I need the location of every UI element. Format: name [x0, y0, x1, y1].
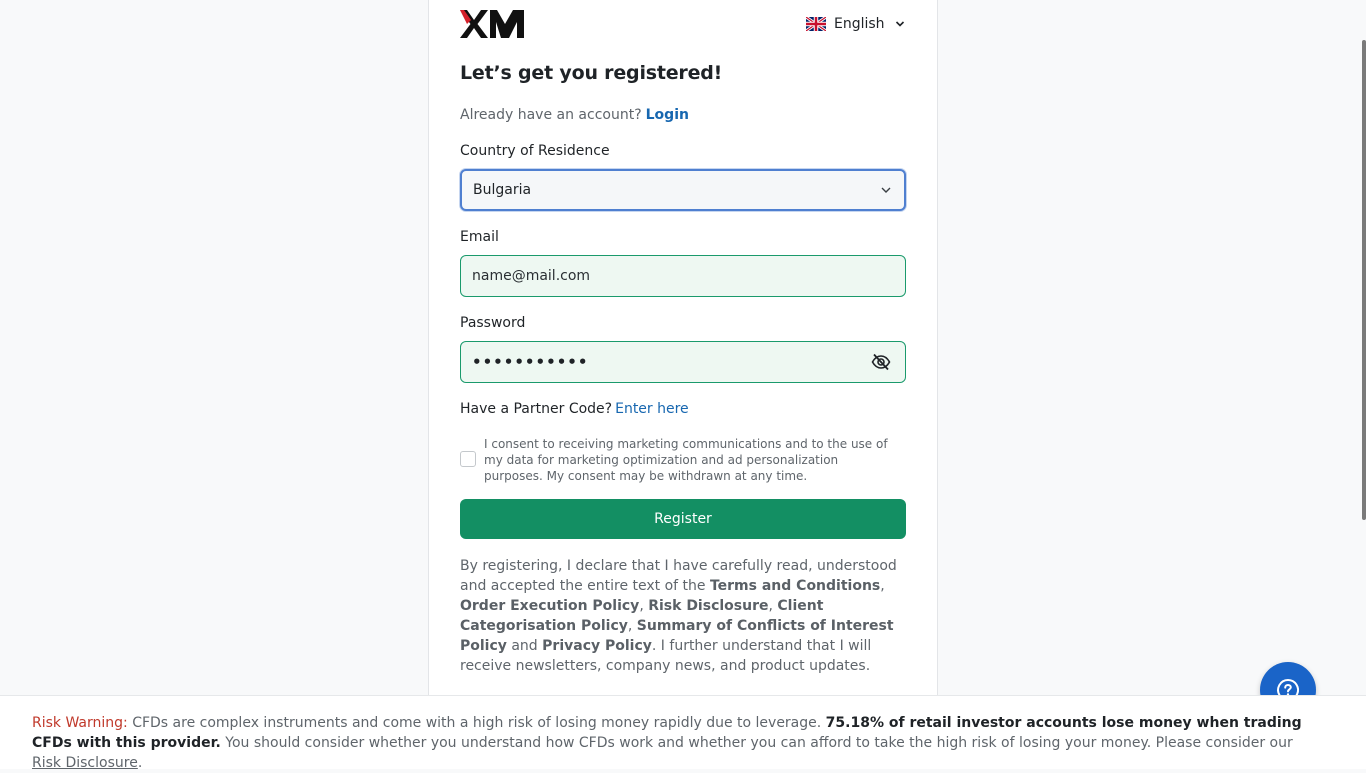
risk-warning-text: Risk Warning: CFDs are complex instrumen… [32, 713, 1322, 773]
enter-partner-code-link[interactable]: Enter here [615, 401, 689, 417]
language-label: English [834, 16, 885, 32]
chevron-down-icon [895, 21, 904, 27]
privacy-policy-link[interactable]: Privacy Policy [542, 638, 652, 654]
legal-sep: , [880, 578, 885, 594]
already-text: Already have an account? [460, 107, 642, 123]
language-selector[interactable]: English [806, 14, 905, 34]
country-label: Country of Residence [460, 143, 610, 159]
email-value: name@mail.com [472, 268, 591, 284]
order-execution-link[interactable]: Order Execution Policy [460, 598, 639, 614]
password-field[interactable]: ••••••••••• [460, 341, 906, 383]
country-value: Bulgaria [473, 182, 532, 198]
login-link[interactable]: Login [646, 107, 689, 123]
risk-disclosure-link[interactable]: Risk Disclosure [648, 598, 768, 614]
risk-warning-body: CFDs are complex instruments and come wi… [127, 715, 826, 731]
legal-and: and [506, 638, 543, 654]
risk-disclosure-footer-link[interactable]: Risk Disclosure [32, 755, 138, 771]
eye-off-icon[interactable] [871, 353, 891, 371]
password-value: ••••••••••• [472, 353, 589, 371]
email-label: Email [460, 229, 499, 245]
uk-flag-icon [806, 17, 826, 31]
partner-text: Have a Partner Code? [460, 401, 613, 417]
page-title: Let’s get you registered! [460, 62, 723, 84]
risk-warning-body: You should consider whether you understa… [220, 735, 1293, 751]
consent-checkbox[interactable] [460, 451, 476, 467]
email-field[interactable]: name@mail.com [460, 255, 906, 297]
partner-code: Have a Partner Code? Enter here [460, 401, 689, 417]
country-select[interactable]: Bulgaria [460, 169, 906, 211]
scrollbar[interactable] [1362, 40, 1366, 520]
password-label: Password [460, 315, 526, 331]
consent-text: I consent to receiving marketing communi… [484, 437, 888, 483]
legal-sep: , [627, 618, 637, 634]
register-button[interactable]: Register [460, 499, 906, 539]
already-have-account: Already have an account? Login [460, 107, 689, 123]
risk-warning-end: . [137, 755, 143, 771]
legal-sep: , [639, 598, 649, 614]
xm-logo[interactable] [460, 10, 524, 38]
terms-link[interactable]: Terms and Conditions [710, 578, 880, 594]
risk-warning-label: Risk Warning: [32, 715, 128, 731]
chevron-down-icon [881, 187, 891, 193]
legal-text: By registering, I declare that I have ca… [460, 556, 906, 676]
